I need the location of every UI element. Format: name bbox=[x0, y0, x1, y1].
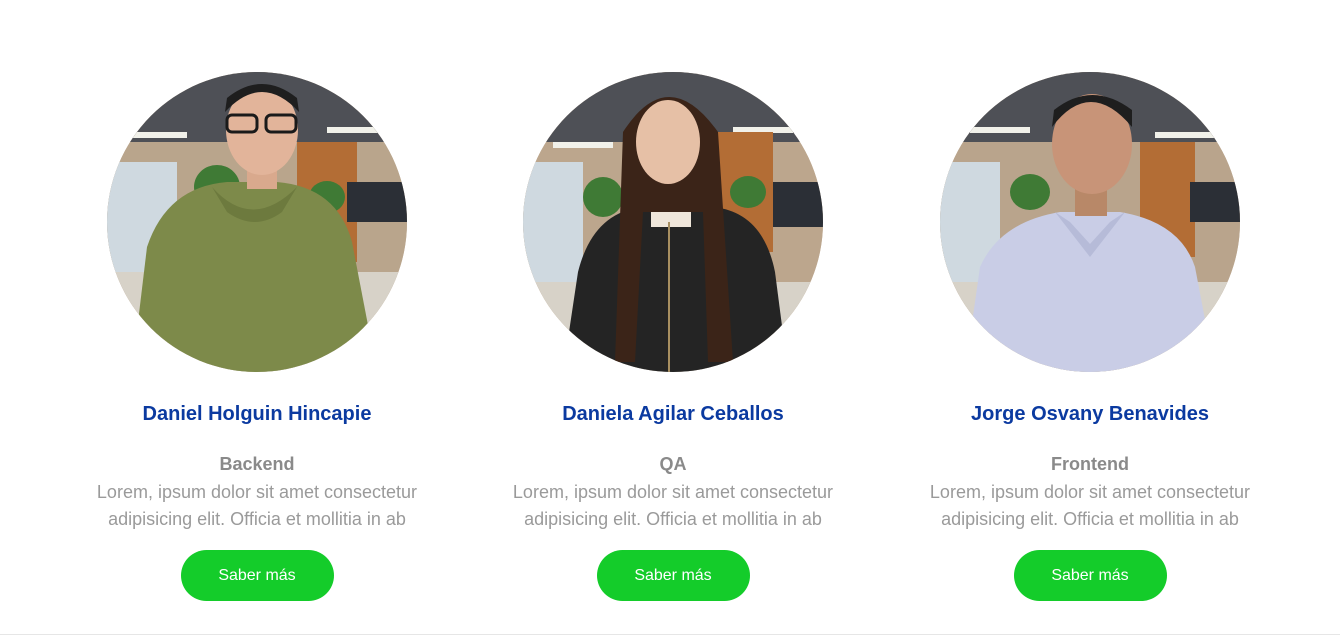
saber-mas-button[interactable]: Saber más bbox=[180, 550, 334, 601]
team-section: Daniel Holguin Hincapie Backend Lorem, i… bbox=[0, 0, 1340, 634]
member-description: Lorem, ipsum dolor sit amet consectetur … bbox=[512, 482, 834, 529]
member-name: Jorge Osvany Benavides bbox=[971, 403, 1209, 425]
member-role: Backend bbox=[219, 454, 295, 474]
member-name: Daniel Holguin Hincapie bbox=[142, 403, 372, 425]
member-description: Lorem, ipsum dolor sit amet consectetur … bbox=[96, 482, 418, 529]
member-description: Lorem, ipsum dolor sit amet consectetur … bbox=[929, 482, 1251, 529]
avatar-photo bbox=[940, 72, 1240, 372]
section-divider bbox=[0, 634, 1340, 635]
member-role: QA bbox=[659, 454, 687, 474]
saber-mas-button[interactable]: Saber más bbox=[596, 550, 750, 601]
member-name: Daniela Agilar Ceballos bbox=[562, 403, 784, 425]
saber-mas-button[interactable]: Saber más bbox=[1013, 550, 1167, 601]
team-card: Daniel Holguin Hincapie Backend Lorem, i… bbox=[67, 72, 447, 601]
team-card: Daniela Agilar Ceballos QA Lorem, ipsum … bbox=[483, 72, 863, 601]
avatar-photo bbox=[107, 72, 407, 372]
avatar-photo bbox=[523, 72, 823, 372]
team-card: Jorge Osvany Benavides Frontend Lorem, i… bbox=[900, 72, 1280, 601]
member-role: Frontend bbox=[1051, 454, 1129, 474]
